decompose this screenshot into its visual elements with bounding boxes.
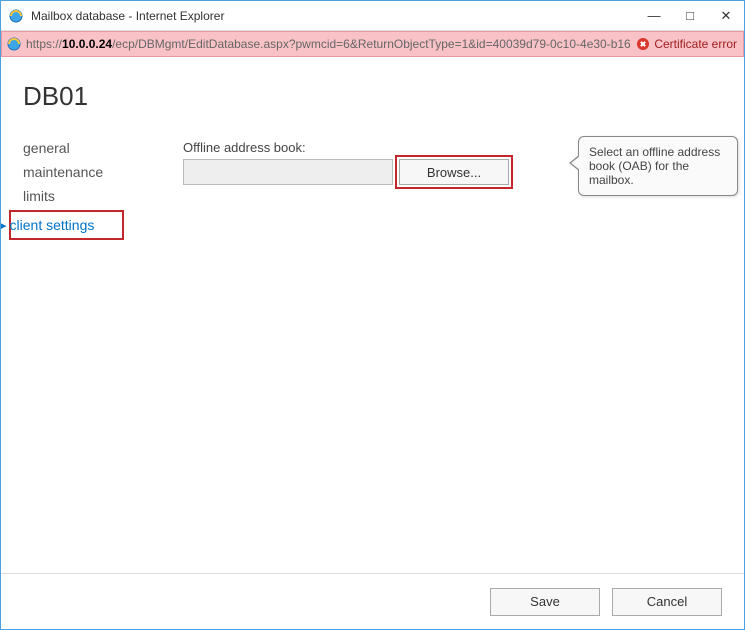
- footer-bar: Save Cancel: [1, 573, 744, 629]
- sidebar-item-general[interactable]: general: [23, 136, 183, 160]
- sidebar-item-label: general: [23, 140, 70, 156]
- sidebar-item-label: limits: [23, 188, 55, 204]
- oab-input[interactable]: [183, 159, 393, 185]
- ie-icon: [7, 7, 25, 25]
- window-frame: Mailbox database - Internet Explorer — □…: [0, 0, 745, 630]
- cert-error-icon: [636, 37, 650, 51]
- ie-page-icon: [6, 36, 22, 52]
- url-text: https://10.0.0.24/ecp/DBMgmt/EditDatabas…: [26, 37, 632, 51]
- browse-button[interactable]: Browse...: [399, 159, 509, 185]
- highlight-box-browse: Browse...: [395, 155, 513, 189]
- sidebar-item-label: maintenance: [23, 164, 103, 180]
- sidebar-item-maintenance[interactable]: maintenance: [23, 160, 183, 184]
- body-area: general maintenance limits client settin…: [23, 136, 722, 573]
- content-area: DB01 general maintenance limits client s…: [1, 57, 744, 573]
- highlight-box-sidebar: client settings: [9, 210, 124, 240]
- sidebar-item-label: client settings: [10, 217, 95, 233]
- sidebar: general maintenance limits client settin…: [23, 136, 183, 573]
- cert-error-text[interactable]: Certificate error: [654, 37, 739, 51]
- save-button[interactable]: Save: [490, 588, 600, 616]
- callout-tooltip: Select an offline address book (OAB) for…: [578, 136, 738, 196]
- minimize-button[interactable]: —: [636, 2, 672, 30]
- main-panel: Offline address book: Browse... Select a…: [183, 136, 722, 573]
- page-title: DB01: [23, 81, 722, 112]
- close-button[interactable]: ✕: [708, 2, 744, 30]
- callout-text: Select an offline address book (OAB) for…: [589, 145, 720, 187]
- window-title: Mailbox database - Internet Explorer: [31, 9, 636, 23]
- maximize-button[interactable]: □: [672, 2, 708, 30]
- cancel-button[interactable]: Cancel: [612, 588, 722, 616]
- sidebar-item-limits[interactable]: limits: [23, 184, 183, 208]
- titlebar: Mailbox database - Internet Explorer — □…: [1, 1, 744, 31]
- sidebar-item-client-settings[interactable]: client settings: [13, 213, 94, 237]
- address-bar[interactable]: https://10.0.0.24/ecp/DBMgmt/EditDatabas…: [1, 31, 744, 57]
